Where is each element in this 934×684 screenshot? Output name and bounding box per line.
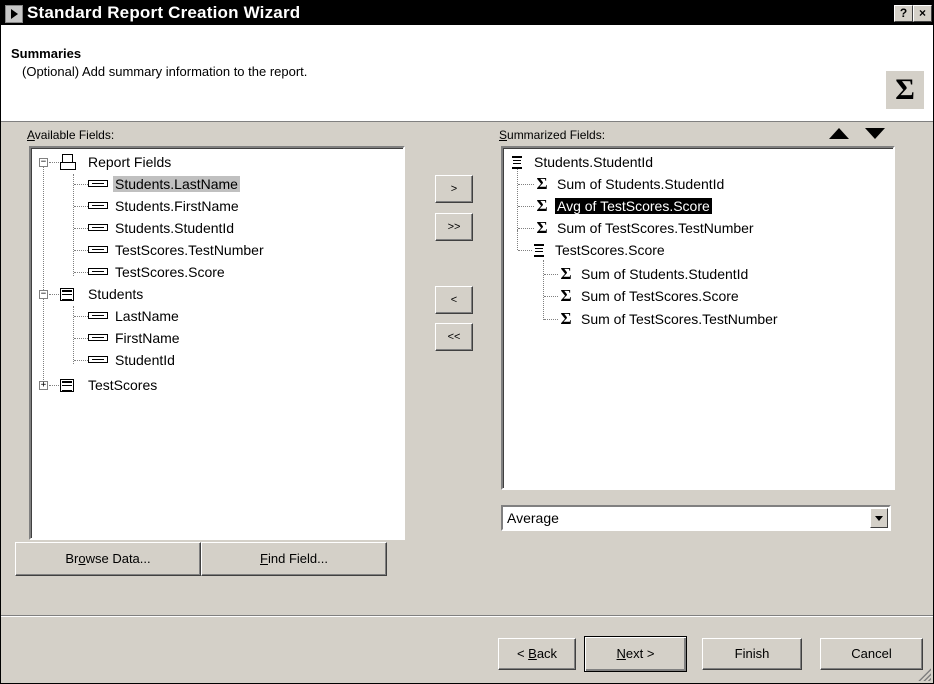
field-icon [88,356,108,363]
summarized-fields-tree[interactable]: Students.StudentId Σ Sum of Students.Stu… [501,146,895,490]
title-bar: Standard Report Creation Wizard ? × [1,1,933,25]
tree-node-sum-students-studentid[interactable]: Sum of Students.StudentId [555,174,726,194]
field-icon [88,312,108,319]
back-button[interactable]: < Back [498,638,576,670]
group-icon [512,156,522,169]
tree-node-studentid[interactable]: StudentId [113,350,177,370]
tree-node-sum-testscores-testnumber[interactable]: Sum of TestScores.TestNumber [555,218,756,238]
field-icon [88,202,108,209]
field-icon [88,180,108,187]
expand-icon[interactable]: + [39,381,48,390]
separator [1,615,933,617]
tree-node-firstname[interactable]: FirstName [113,328,182,348]
close-button[interactable]: × [913,5,932,22]
resize-grip-icon[interactable] [917,667,931,681]
move-up-icon[interactable] [829,128,849,139]
remove-field-button[interactable]: < [435,286,473,314]
wizard-window: Standard Report Creation Wizard ? × Summ… [0,0,934,684]
tree-node-avg-testscores-score[interactable]: Avg of TestScores.Score [554,196,713,216]
sigma-icon: Σ [536,218,548,237]
sigma-icon: Σ [536,174,548,193]
sigma-icon: Σ [560,309,572,328]
available-fields-label: Available Fields: [27,128,115,142]
tree-node-sum-testscores-score[interactable]: Sum of TestScores.Score [579,286,741,306]
next-button[interactable]: Next > [584,636,687,672]
app-icon[interactable] [5,5,23,23]
tree-node-testscores-testnumber[interactable]: TestScores.TestNumber [113,240,266,260]
sigma-icon: Σ [536,196,548,215]
page-title: Summaries [11,46,82,61]
table-icon [60,379,74,392]
summary-type-dropdown[interactable]: Average [501,505,891,531]
summarized-fields-label: Summarized Fields: [499,128,606,142]
chevron-down-icon[interactable] [870,508,888,528]
tree-node-testscores[interactable]: TestScores [86,375,159,395]
summary-type-value: Average [507,510,559,526]
tree-node-students[interactable]: Students [86,284,145,304]
move-down-icon[interactable] [865,128,885,139]
sigma-icon: Σ [560,286,572,305]
tree-node-report-fields[interactable]: Report Fields [86,152,173,172]
wizard-header: Summaries (Optional) Add summary informa… [1,25,933,122]
tree-node-testscores-score[interactable]: TestScores.Score [113,262,227,282]
add-all-fields-button[interactable]: >> [435,213,473,241]
collapse-icon[interactable]: − [39,290,48,299]
finish-button[interactable]: Finish [702,638,802,670]
tree-node-group-studentid[interactable]: Students.StudentId [532,152,655,172]
remove-all-fields-button[interactable]: << [435,323,473,351]
tree-node-sum-testscores-testnumber-2[interactable]: Sum of TestScores.TestNumber [579,309,780,329]
tree-node-students-studentid[interactable]: Students.StudentId [113,218,236,238]
field-icon [88,334,108,341]
tree-node-group-testscores-score[interactable]: TestScores.Score [553,240,667,260]
tree-node-students-lastname[interactable]: Students.LastName [113,174,240,194]
table-icon [60,288,74,301]
field-icon [88,268,108,275]
collapse-icon[interactable]: − [39,158,48,167]
window-title: Standard Report Creation Wizard [27,3,301,22]
find-field-button[interactable]: Find Field... [201,542,387,576]
available-fields-tree[interactable]: − Report Fields Students.LastName Studen… [29,146,405,540]
group-icon [534,244,544,257]
browse-data-button[interactable]: Browse Data... [15,542,201,576]
field-icon [88,246,108,253]
tree-node-lastname[interactable]: LastName [113,306,181,326]
tree-node-students-firstname[interactable]: Students.FirstName [113,196,241,216]
cancel-button[interactable]: Cancel [820,638,923,670]
report-icon [60,154,76,170]
tree-node-sum-students-studentid-2[interactable]: Sum of Students.StudentId [579,264,750,284]
help-button[interactable]: ? [894,5,913,22]
sigma-icon: Σ [886,71,924,109]
sigma-icon: Σ [560,264,572,283]
add-field-button[interactable]: > [435,175,473,203]
field-icon [88,224,108,231]
page-subtitle: (Optional) Add summary information to th… [22,64,308,79]
